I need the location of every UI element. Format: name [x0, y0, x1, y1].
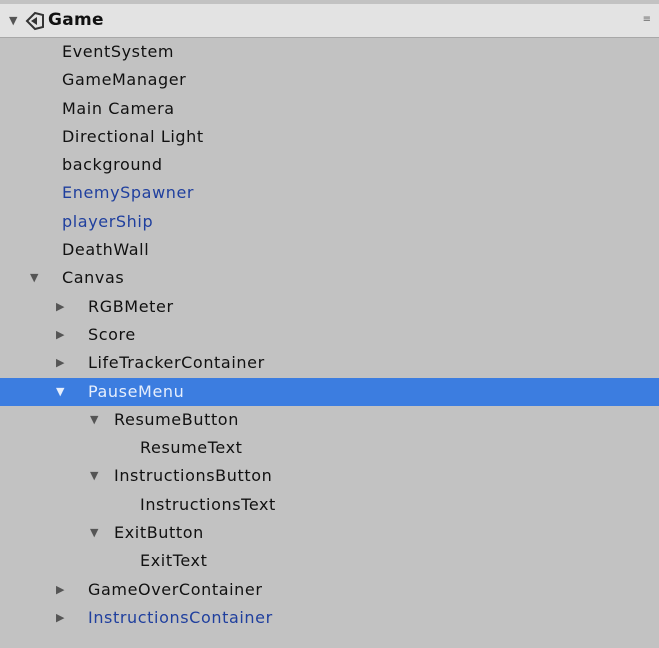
- hierarchy-item-label: InstructionsText: [140, 494, 276, 514]
- hierarchy-item[interactable]: ▼ InstructionsButton: [0, 462, 659, 490]
- hierarchy-item-label: background: [62, 155, 163, 175]
- hierarchy-item-label: playerShip: [62, 211, 154, 231]
- hierarchy-item[interactable]: ▶ InstructionsContainer: [0, 604, 659, 632]
- expanded-arrow-icon[interactable]: ▼: [56, 378, 65, 406]
- expanded-arrow-icon[interactable]: ▼: [30, 264, 39, 292]
- hierarchy-item-label: Directional Light: [62, 126, 204, 146]
- hierarchy-item-label: PauseMenu: [88, 381, 185, 401]
- hierarchy-item-label: InstructionsContainer: [88, 607, 273, 627]
- expanded-arrow-icon[interactable]: ▼: [90, 406, 99, 434]
- hierarchy-item[interactable]: ▶ Score: [0, 321, 659, 349]
- hierarchy-panel: ▼ Game ≡ EventSystem GameManager Main Came…: [0, 0, 659, 648]
- hierarchy-item[interactable]: playerShip: [0, 208, 659, 236]
- hierarchy-item-label: Main Camera: [62, 98, 175, 118]
- hierarchy-item-label: Score: [88, 324, 136, 344]
- hierarchy-item-label: GameManager: [62, 70, 187, 90]
- hierarchy-item[interactable]: ▶ GameOverContainer: [0, 576, 659, 604]
- hierarchy-item-label: ResumeButton: [114, 409, 239, 429]
- hierarchy-item[interactable]: background: [0, 151, 659, 179]
- hierarchy-item[interactable]: GameManager: [0, 66, 659, 94]
- hierarchy-item[interactable]: ResumeText: [0, 434, 659, 462]
- hierarchy-item[interactable]: ▶ LifeTrackerContainer: [0, 349, 659, 377]
- scene-menu-icon[interactable]: ≡: [643, 14, 651, 25]
- collapsed-arrow-icon[interactable]: ▶: [56, 321, 65, 349]
- hierarchy-item-label: EnemySpawner: [62, 183, 195, 203]
- hierarchy-item-label: InstructionsButton: [114, 466, 273, 486]
- scene-header[interactable]: ▼ Game ≡: [0, 4, 659, 38]
- hierarchy-item-label: RGBMeter: [88, 296, 174, 316]
- collapsed-arrow-icon[interactable]: ▶: [56, 604, 65, 632]
- expanded-arrow-icon[interactable]: ▼: [90, 462, 99, 490]
- hierarchy-item-label: GameOverContainer: [88, 579, 263, 599]
- hierarchy-item[interactable]: ▼ ResumeButton: [0, 406, 659, 434]
- hierarchy-item-label: ExitText: [140, 551, 208, 571]
- hierarchy-item[interactable]: DeathWall: [0, 236, 659, 264]
- hierarchy-tree: EventSystem GameManager Main Camera Directi…: [0, 38, 659, 632]
- hierarchy-item[interactable]: ExitText: [0, 547, 659, 575]
- hierarchy-item[interactable]: EventSystem: [0, 38, 659, 66]
- unity-scene-icon: [25, 11, 44, 31]
- hierarchy-item-label: LifeTrackerContainer: [88, 353, 265, 373]
- hierarchy-item-label: ExitButton: [114, 523, 204, 543]
- collapsed-arrow-icon[interactable]: ▶: [56, 349, 65, 377]
- hierarchy-item-label: Canvas: [62, 268, 125, 288]
- hierarchy-item[interactable]: ▼ ExitButton: [0, 519, 659, 547]
- hierarchy-item[interactable]: InstructionsText: [0, 491, 659, 519]
- hierarchy-item-label: DeathWall: [62, 240, 150, 260]
- hierarchy-item[interactable]: Main Camera: [0, 95, 659, 123]
- hierarchy-item[interactable]: Directional Light: [0, 123, 659, 151]
- expanded-arrow-icon[interactable]: ▼: [90, 519, 99, 547]
- hierarchy-item[interactable]: ▼ PauseMenu: [0, 377, 659, 406]
- scene-title: Game: [48, 10, 104, 30]
- collapsed-arrow-icon[interactable]: ▶: [56, 293, 65, 321]
- hierarchy-item-label: ResumeText: [140, 438, 243, 458]
- hierarchy-item[interactable]: ▼ Canvas: [0, 264, 659, 292]
- hierarchy-item[interactable]: ▶ RGBMeter: [0, 293, 659, 321]
- collapsed-arrow-icon[interactable]: ▶: [56, 576, 65, 604]
- hierarchy-item[interactable]: EnemySpawner: [0, 179, 659, 207]
- hierarchy-item-label: EventSystem: [62, 42, 175, 61]
- expand-arrow-icon[interactable]: ▼: [9, 14, 17, 27]
